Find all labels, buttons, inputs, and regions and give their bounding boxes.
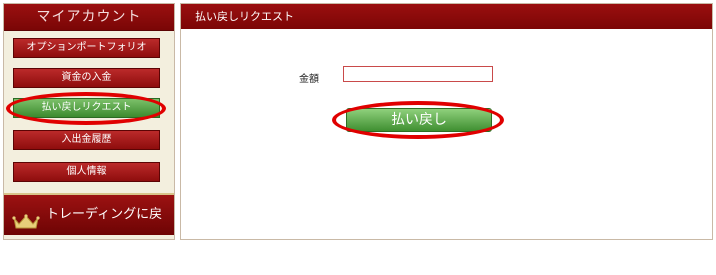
sidebar-item-personal-info[interactable]: 個人情報 (13, 162, 160, 182)
withdraw-button[interactable]: 払い戻し (346, 108, 492, 132)
back-to-trading-link[interactable]: トレーディングに戻る (4, 193, 174, 262)
sidebar: マイアカウント オプションポートフォリオ 資金の入金 払い戻しリクエスト 入出金… (3, 3, 175, 262)
back-to-trading-label: トレーディングに戻る (46, 207, 163, 262)
sidebar-item-transaction-history[interactable]: 入出金履歴 (13, 130, 160, 150)
main-panel: 払い戻しリクエスト 金額 払い戻し (180, 3, 713, 240)
amount-input[interactable] (343, 66, 493, 82)
sidebar-title: マイアカウント (4, 4, 174, 31)
sidebar-item-withdrawal-request[interactable]: 払い戻しリクエスト (13, 98, 160, 118)
page-title: 払い戻しリクエスト (181, 4, 712, 29)
amount-label: 金額 (299, 74, 319, 85)
sidebar-item-option-portfolio[interactable]: オプションポートフォリオ (13, 38, 160, 58)
crown-icon (12, 207, 40, 247)
sidebar-item-deposit[interactable]: 資金の入金 (13, 68, 160, 88)
